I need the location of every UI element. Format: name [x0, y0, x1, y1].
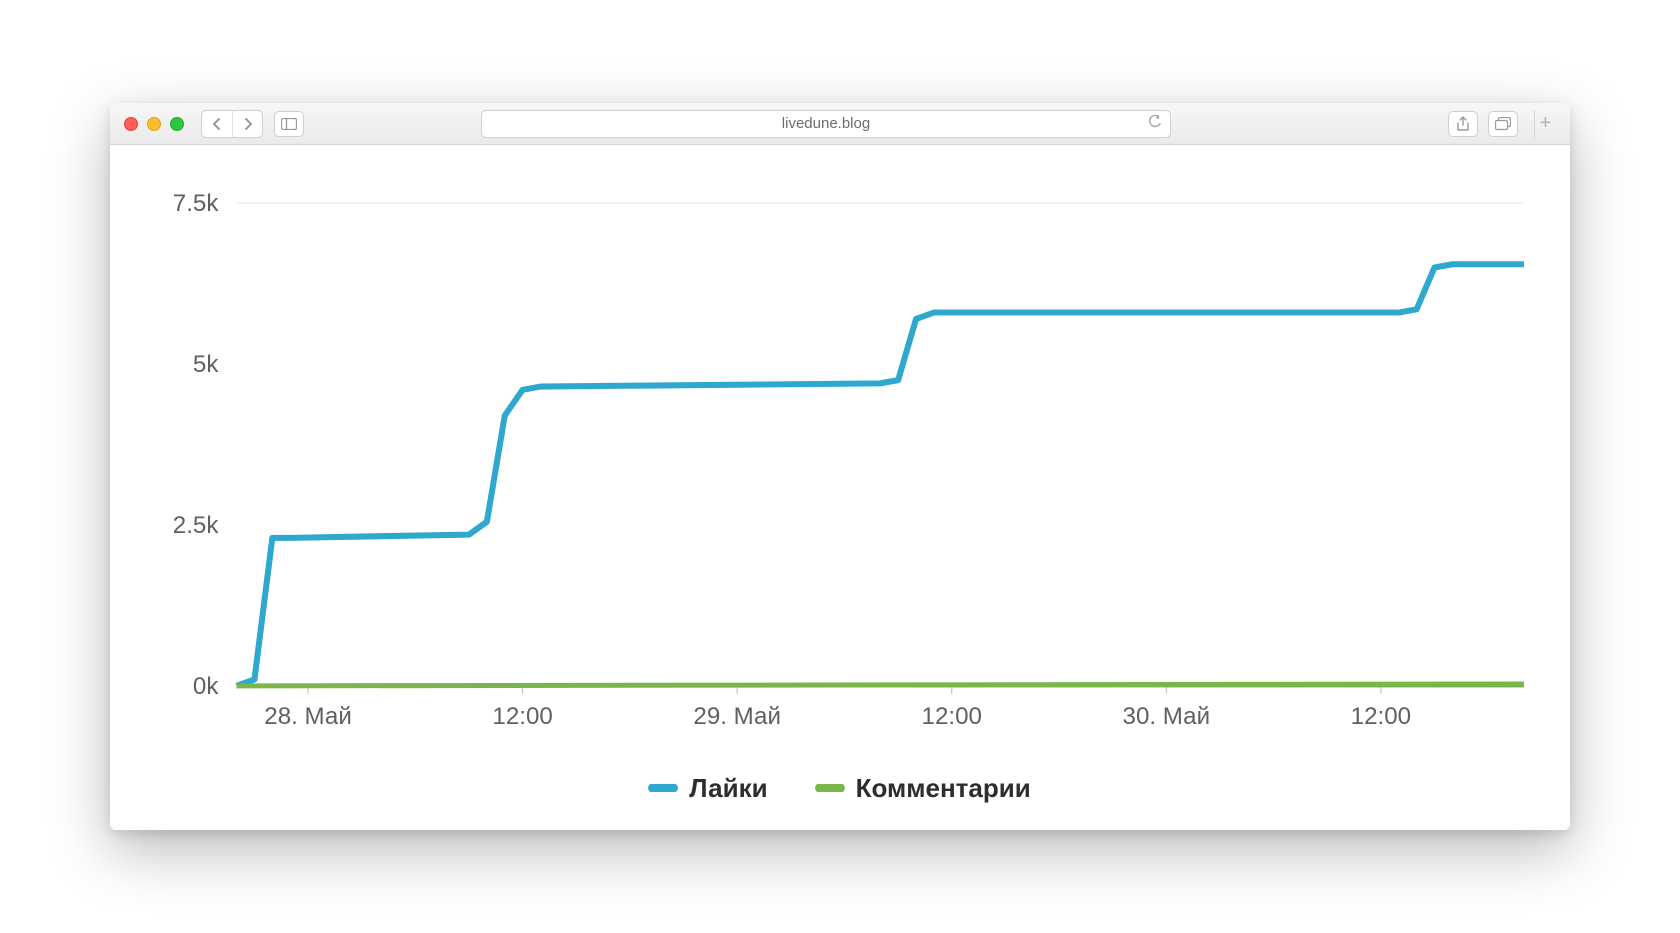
browser-right-buttons: + [1448, 110, 1556, 138]
svg-text:5k: 5k [193, 351, 219, 378]
traffic-lights [124, 117, 184, 131]
line-chart: 0k 2.5k 5k 7.5k 28. Май 12:00 29. Май 12:00 30. … [146, 183, 1534, 746]
svg-text:29. Май: 29. Май [693, 703, 781, 730]
svg-text:0k: 0k [193, 673, 219, 700]
chevron-right-icon [243, 118, 253, 130]
legend-swatch-comments [816, 784, 844, 792]
browser-chrome: livedune.blog + [110, 103, 1570, 145]
share-icon [1456, 116, 1470, 132]
address-text: livedune.blog [782, 115, 870, 132]
maximize-window-button[interactable] [170, 117, 184, 131]
nav-back-forward-group [201, 110, 263, 138]
svg-text:2.5k: 2.5k [173, 512, 220, 539]
back-button[interactable] [202, 111, 232, 137]
legend-swatch-likes [649, 784, 677, 792]
tabs-button[interactable] [1488, 111, 1518, 137]
sidebar-toggle-button[interactable] [274, 111, 304, 137]
new-tab-button[interactable]: + [1534, 110, 1556, 138]
forward-button[interactable] [232, 111, 262, 137]
close-window-button[interactable] [124, 117, 138, 131]
address-bar[interactable]: livedune.blog [481, 110, 1171, 138]
legend-item-likes[interactable]: Лайки [649, 773, 767, 804]
tabs-icon [1495, 117, 1511, 131]
chevron-left-icon [212, 118, 222, 130]
svg-text:12:00: 12:00 [492, 703, 552, 730]
page-content: 0k 2.5k 5k 7.5k 28. Май 12:00 29. Май 12:00 30. … [110, 145, 1570, 829]
minimize-window-button[interactable] [147, 117, 161, 131]
panel-icon [281, 118, 297, 130]
svg-text:12:00: 12:00 [1351, 703, 1411, 730]
legend-item-comments[interactable]: Комментарии [816, 773, 1031, 804]
reader-icon[interactable] [1148, 115, 1162, 132]
legend-label-comments: Комментарии [856, 773, 1031, 804]
svg-text:30. Май: 30. Май [1123, 703, 1211, 730]
svg-text:7.5k: 7.5k [173, 191, 220, 218]
chart-legend: Лайки Комментарии [146, 773, 1534, 804]
share-button[interactable] [1448, 111, 1478, 137]
chart-container: 0k 2.5k 5k 7.5k 28. Май 12:00 29. Май 12:00 30. … [146, 183, 1534, 803]
svg-text:12:00: 12:00 [922, 703, 982, 730]
browser-window: livedune.blog + 0k 2.5k 5k 7.5k 28. Май 12:00… [110, 103, 1570, 829]
legend-label-likes: Лайки [689, 773, 767, 804]
svg-text:28. Май: 28. Май [264, 703, 352, 730]
